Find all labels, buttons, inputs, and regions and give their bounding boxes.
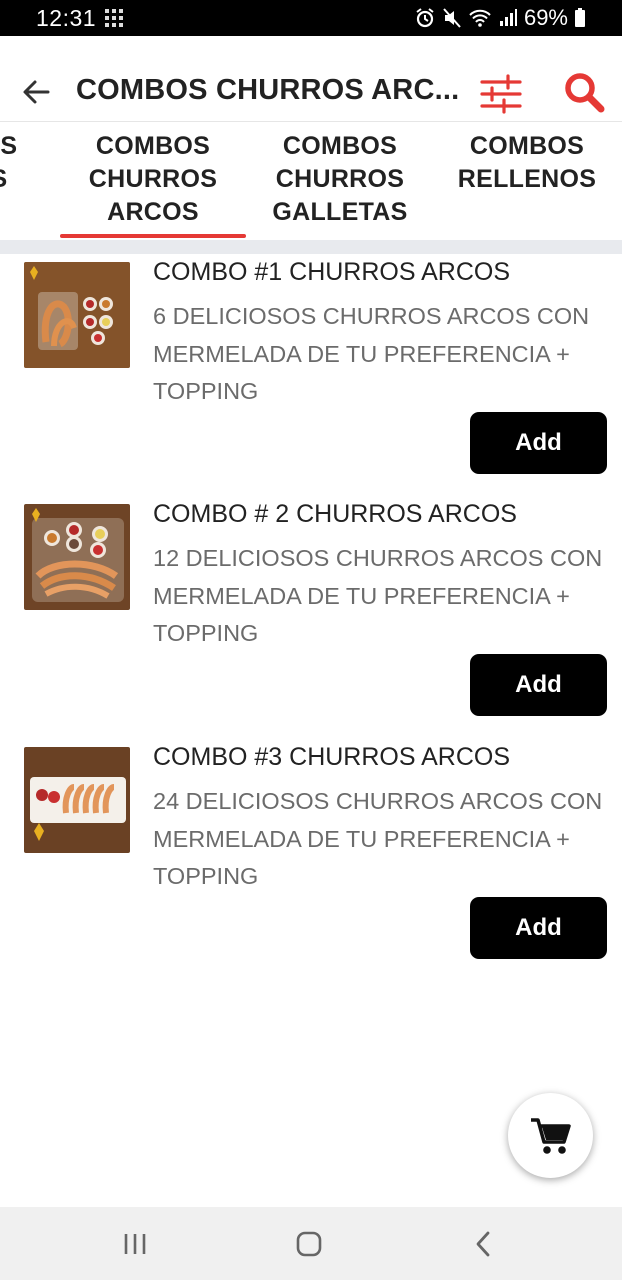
add-button[interactable]: Add: [470, 654, 607, 716]
signal-icon: [498, 8, 518, 28]
mute-icon: [442, 7, 462, 29]
status-bar: 12:31 69%: [0, 0, 622, 36]
app-header: COMBOS CHURROS ARC...: [0, 36, 622, 122]
add-button[interactable]: Add: [470, 412, 607, 474]
product-item[interactable]: COMBO #1 CHURROS ARCOS 6 DELICIOSOS CHUR…: [0, 254, 622, 484]
product-item[interactable]: COMBO #3 CHURROS ARCOS 24 DELICIOSOS CHU…: [0, 739, 622, 969]
category-tabs: OS S COMBOS CHURROS ARCOS COMBOS CHURROS…: [0, 122, 622, 240]
product-title: COMBO #1 CHURROS ARCOS: [153, 258, 511, 286]
product-description: 12 DELICIOSOS CHURROS ARCOS CON MERMELAD…: [153, 545, 603, 646]
product-image[interactable]: [24, 262, 130, 368]
sliders-icon: [480, 74, 522, 114]
tab-combos-churros-galletas[interactable]: COMBOS CHURROS GALLETAS: [250, 130, 430, 240]
product-description: 24 DELICIOSOS CHURROS ARCOS CON MERMELAD…: [153, 788, 603, 889]
tab-label: COMBOS CHURROS GALLETAS: [272, 132, 408, 226]
page-title: COMBOS CHURROS ARC...: [76, 74, 458, 106]
system-nav-bar: [0, 1207, 622, 1280]
tab-combos-rellenos[interactable]: COMBOS RELLENOS: [434, 130, 620, 240]
nav-back-button[interactable]: [468, 1229, 498, 1259]
battery-level: 69%: [523, 5, 568, 30]
tab-combos-churros-arcos[interactable]: COMBOS CHURROS ARCOS: [60, 130, 246, 240]
status-time: 12:31: [36, 5, 97, 31]
shopping-cart-icon: [530, 1117, 571, 1154]
search-button[interactable]: [562, 70, 606, 114]
recents-button[interactable]: [120, 1229, 150, 1259]
tab-label: COMBOS RELLENOS: [457, 132, 597, 193]
tab-previous-category[interactable]: OS S: [0, 130, 54, 240]
section-divider: [0, 240, 622, 254]
arrow-left-icon: [23, 80, 50, 104]
back-chevron-icon: [476, 1231, 490, 1257]
cart-button[interactable]: [508, 1093, 593, 1178]
wifi-icon: [468, 8, 492, 28]
home-button[interactable]: [294, 1229, 324, 1259]
recents-icon: [124, 1234, 146, 1254]
product-image[interactable]: [24, 504, 130, 610]
alarm-icon: [414, 7, 436, 29]
product-title: COMBO # 2 CHURROS ARCOS: [153, 500, 517, 528]
search-icon: [565, 73, 605, 113]
battery-icon: [574, 8, 586, 28]
product-item[interactable]: COMBO # 2 CHURROS ARCOS 12 DELICIOSOS CH…: [0, 496, 622, 726]
add-button[interactable]: Add: [470, 897, 607, 959]
product-image[interactable]: [24, 747, 130, 853]
tab-label: COMBOS CHURROS ARCOS: [88, 132, 218, 226]
back-button[interactable]: [18, 74, 54, 110]
keypad-notification-icon: [104, 8, 124, 28]
tab-label: OS S: [0, 132, 18, 193]
product-title: COMBO #3 CHURROS ARCOS: [153, 743, 511, 771]
active-tab-indicator: [60, 234, 246, 238]
home-icon: [296, 1231, 322, 1257]
filter-button[interactable]: [478, 72, 524, 116]
product-description: 6 DELICIOSOS CHURROS ARCOS CON MERMELADA…: [153, 303, 590, 404]
